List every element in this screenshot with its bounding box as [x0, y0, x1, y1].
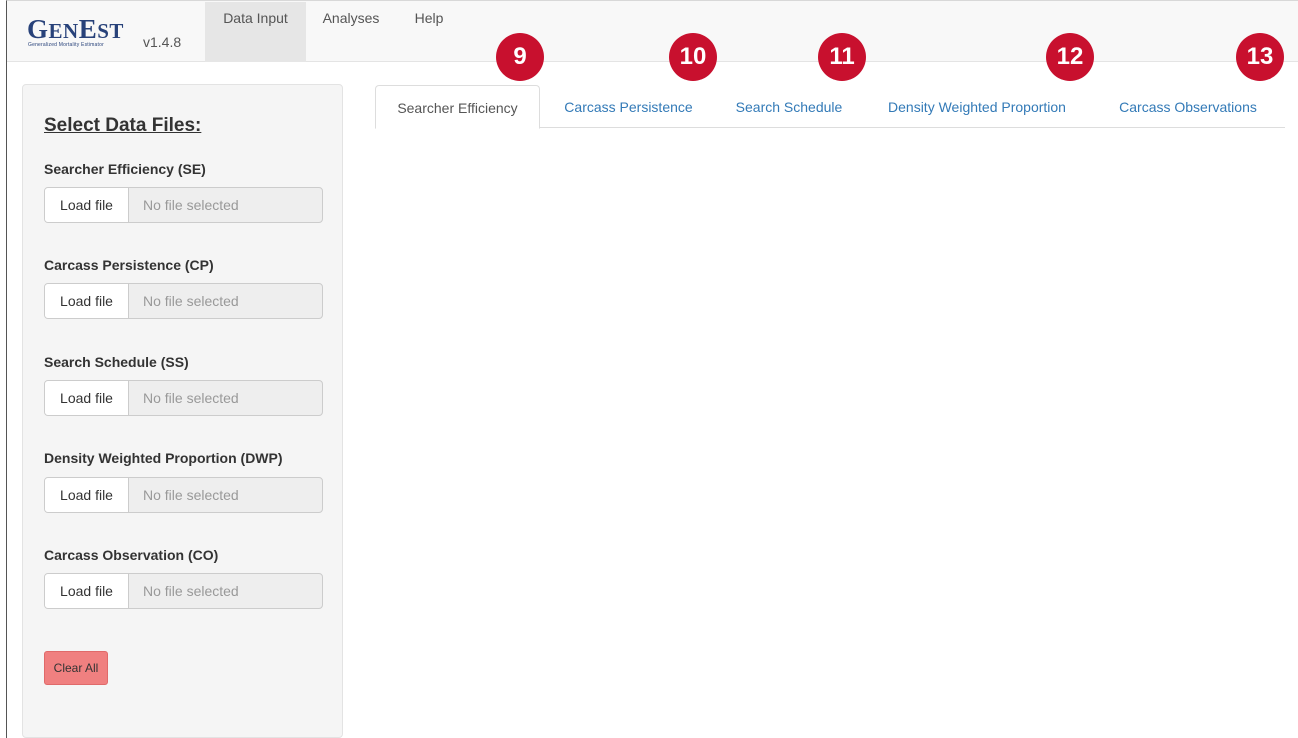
tab-search-schedule[interactable]: Search Schedule	[723, 85, 855, 128]
nav-tab-analyses[interactable]: Analyses	[309, 2, 393, 62]
nav-tab-data-input[interactable]: Data Input	[205, 2, 306, 62]
cp-file-input: Load file No file selected	[44, 283, 323, 319]
tab-searcher-efficiency[interactable]: Searcher Efficiency	[375, 85, 540, 129]
tab-carcass-persistence[interactable]: Carcass Persistence	[551, 85, 706, 128]
co-file-label: Carcass Observation (CO)	[44, 547, 219, 563]
top-navbar: GENEST Generalized Mortality Estimator v…	[7, 1, 1298, 62]
genest-logo[interactable]: GENEST Generalized Mortality Estimator	[27, 14, 124, 49]
dwp-file-status: No file selected	[143, 487, 239, 503]
data-tabs: Searcher Efficiency Carcass Persistence …	[375, 85, 1285, 129]
callout-10: 10	[669, 33, 717, 81]
callout-13: 13	[1236, 33, 1284, 81]
cp-load-file-button[interactable]: Load file	[45, 284, 129, 318]
tab-carcass-observations[interactable]: Carcass Observations	[1097, 85, 1279, 128]
nav-tab-help[interactable]: Help	[401, 2, 457, 62]
dwp-load-file-button[interactable]: Load file	[45, 478, 129, 512]
co-file-input: Load file No file selected	[44, 573, 323, 609]
ss-file-label: Search Schedule (SS)	[44, 354, 189, 370]
cp-file-label: Carcass Persistence (CP)	[44, 257, 214, 273]
tab-density-weighted-proportion[interactable]: Density Weighted Proportion	[872, 85, 1082, 128]
ss-load-file-button[interactable]: Load file	[45, 381, 129, 415]
dwp-file-label: Density Weighted Proportion (DWP)	[44, 450, 283, 466]
ss-file-status: No file selected	[143, 390, 239, 406]
se-file-input: Load file No file selected	[44, 187, 323, 223]
data-files-sidebar: Select Data Files: Searcher Efficiency (…	[22, 84, 343, 738]
callout-9: 9	[496, 33, 544, 81]
sidebar-title: Select Data Files:	[44, 115, 202, 136]
clear-all-button[interactable]: Clear All	[44, 651, 108, 685]
se-file-status: No file selected	[143, 197, 239, 213]
se-file-label: Searcher Efficiency (SE)	[44, 161, 206, 177]
logo-tagline: Generalized Mortality Estimator	[28, 42, 104, 48]
se-load-file-button[interactable]: Load file	[45, 188, 129, 222]
co-file-status: No file selected	[143, 583, 239, 599]
callout-12: 12	[1046, 33, 1094, 81]
ss-file-input: Load file No file selected	[44, 380, 323, 416]
dwp-file-input: Load file No file selected	[44, 477, 323, 513]
logo-wordmark: GENEST	[27, 14, 124, 44]
version-label: v1.4.8	[143, 34, 182, 50]
cp-file-status: No file selected	[143, 293, 239, 309]
callout-11: 11	[818, 33, 866, 81]
co-load-file-button[interactable]: Load file	[45, 574, 129, 608]
